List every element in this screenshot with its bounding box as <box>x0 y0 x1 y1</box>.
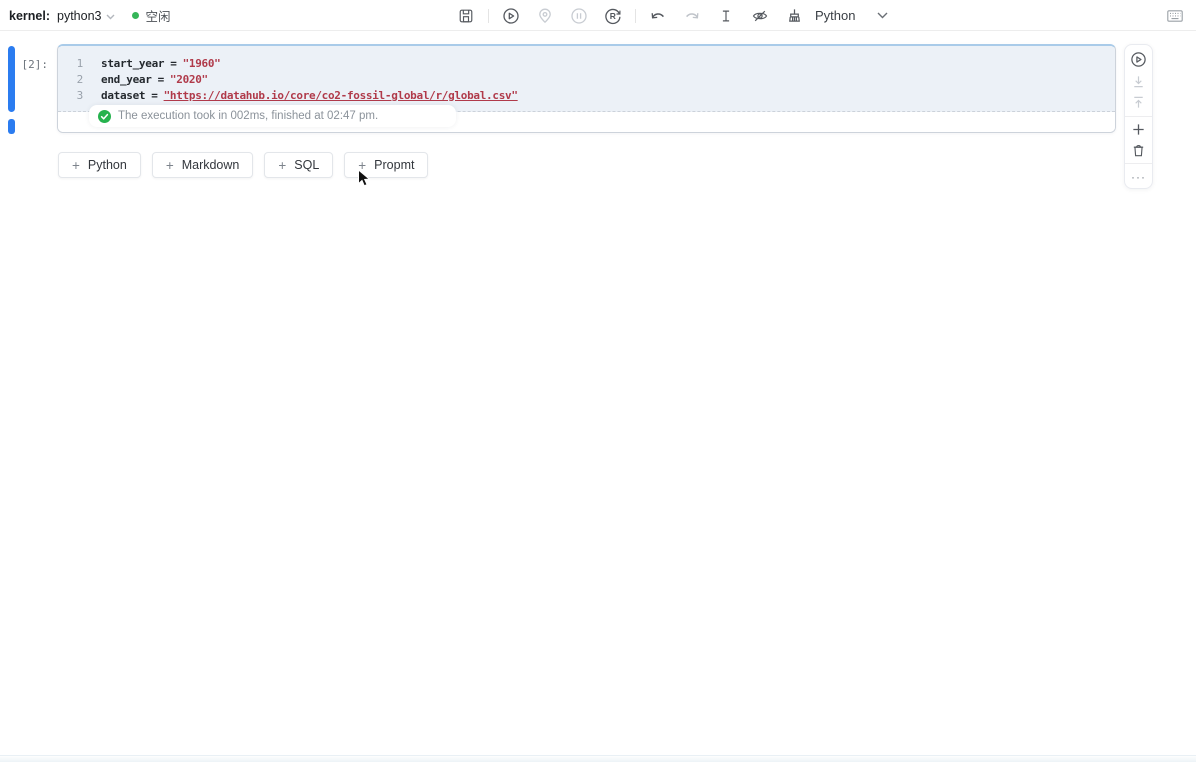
toolbar-separator <box>1125 163 1152 165</box>
chevron-down-icon <box>106 9 115 23</box>
more-actions-icon[interactable]: ··· <box>1128 166 1150 188</box>
restart-icon[interactable]: R <box>603 0 623 31</box>
move-up-icon[interactable] <box>1128 92 1150 114</box>
locate-icon[interactable] <box>535 0 555 31</box>
line-number: 2 <box>76 72 84 86</box>
language-dropdown[interactable]: Python <box>806 0 892 31</box>
line-number: 1 <box>76 56 84 70</box>
save-icon[interactable] <box>456 0 476 31</box>
toolbar-separator <box>635 8 636 23</box>
code-line: 1 start_year = "1960" <box>58 55 1115 71</box>
plus-icon: + <box>165 157 174 173</box>
delete-cell-icon[interactable] <box>1128 140 1150 162</box>
text-cursor-icon[interactable] <box>716 0 736 31</box>
keyboard-shortcuts-icon[interactable] <box>1162 0 1188 31</box>
execution-status: The execution took in 002ms, finished at… <box>89 105 456 127</box>
code-cell[interactable]: 1 start_year = "1960" 2 end_year = "2020" 3 dat… <box>57 44 1116 133</box>
execution-status-text: The execution took in 002ms, finished at… <box>118 110 379 122</box>
add-sql-cell-button[interactable]: + SQL <box>264 152 334 178</box>
add-cell-buttons: + Python + Markdown + SQL + Propmt <box>58 152 429 178</box>
cell-selection-bar-small[interactable] <box>8 119 15 134</box>
run-icon[interactable] <box>501 0 521 31</box>
add-python-cell-button[interactable]: + Python <box>58 152 141 178</box>
success-check-icon <box>98 109 111 123</box>
language-dropdown-value: Python <box>815 8 856 23</box>
cell-side-toolbar: ··· <box>1124 44 1153 189</box>
code-token-variable: start_year <box>101 56 165 70</box>
run-cell-icon[interactable] <box>1128 49 1150 71</box>
add-button-label: Python <box>87 158 127 172</box>
kernel-name: python3 <box>57 8 102 23</box>
redo-icon[interactable] <box>682 0 702 31</box>
add-button-label: Markdown <box>181 158 240 172</box>
code-token-operator: = <box>157 72 165 86</box>
add-button-label: SQL <box>294 158 320 172</box>
code-token-string-url[interactable]: "https://datahub.io/core/co2-fossil-glob… <box>164 89 518 102</box>
clean-outputs-icon[interactable] <box>784 0 804 31</box>
code-token-string: "2020" <box>169 72 208 86</box>
toolbar-separator <box>1125 115 1152 117</box>
code-line: 3 dataset = "https://datahub.io/core/co2-fo… <box>58 87 1115 103</box>
code-token-string: "1960" <box>182 56 221 70</box>
add-button-label: Propmt <box>374 158 415 172</box>
hide-output-icon[interactable] <box>750 0 770 31</box>
toolbar-separator <box>488 8 489 23</box>
execution-count: [2]: <box>21 58 49 71</box>
top-toolbar: kernel: python3 空闲 R Python <box>0 0 1196 31</box>
chevron-down-icon <box>877 12 888 19</box>
add-cell-icon[interactable] <box>1128 118 1150 140</box>
kernel-status-text: 空闲 <box>145 10 171 24</box>
bottom-edge <box>0 755 1196 762</box>
kernel-label: kernel: <box>9 8 50 23</box>
move-down-icon[interactable] <box>1128 71 1150 93</box>
plus-icon: + <box>278 157 287 173</box>
toolbar-center-icons: R <box>449 0 811 31</box>
undo-icon[interactable] <box>648 0 668 31</box>
code-token-operator: = <box>170 56 177 70</box>
kernel-status-dot-icon <box>132 12 140 19</box>
code-token-variable: dataset <box>101 88 146 102</box>
code-line: 2 end_year = "2020" <box>58 71 1115 87</box>
line-number: 3 <box>76 88 84 102</box>
add-markdown-cell-button[interactable]: + Markdown <box>151 152 254 178</box>
svg-text:R: R <box>610 11 616 21</box>
code-token-operator: = <box>151 88 158 102</box>
plus-icon: + <box>72 157 80 173</box>
mouse-cursor <box>358 169 371 187</box>
cell-selection-bar[interactable] <box>8 46 15 112</box>
pause-icon[interactable] <box>569 0 589 31</box>
code-token-variable: end_year <box>101 72 152 86</box>
code-editor[interactable]: 1 start_year = "1960" 2 end_year = "2020" 3 dat… <box>58 46 1115 112</box>
kernel-selector[interactable]: kernel: python3 空闲 <box>9 0 171 31</box>
